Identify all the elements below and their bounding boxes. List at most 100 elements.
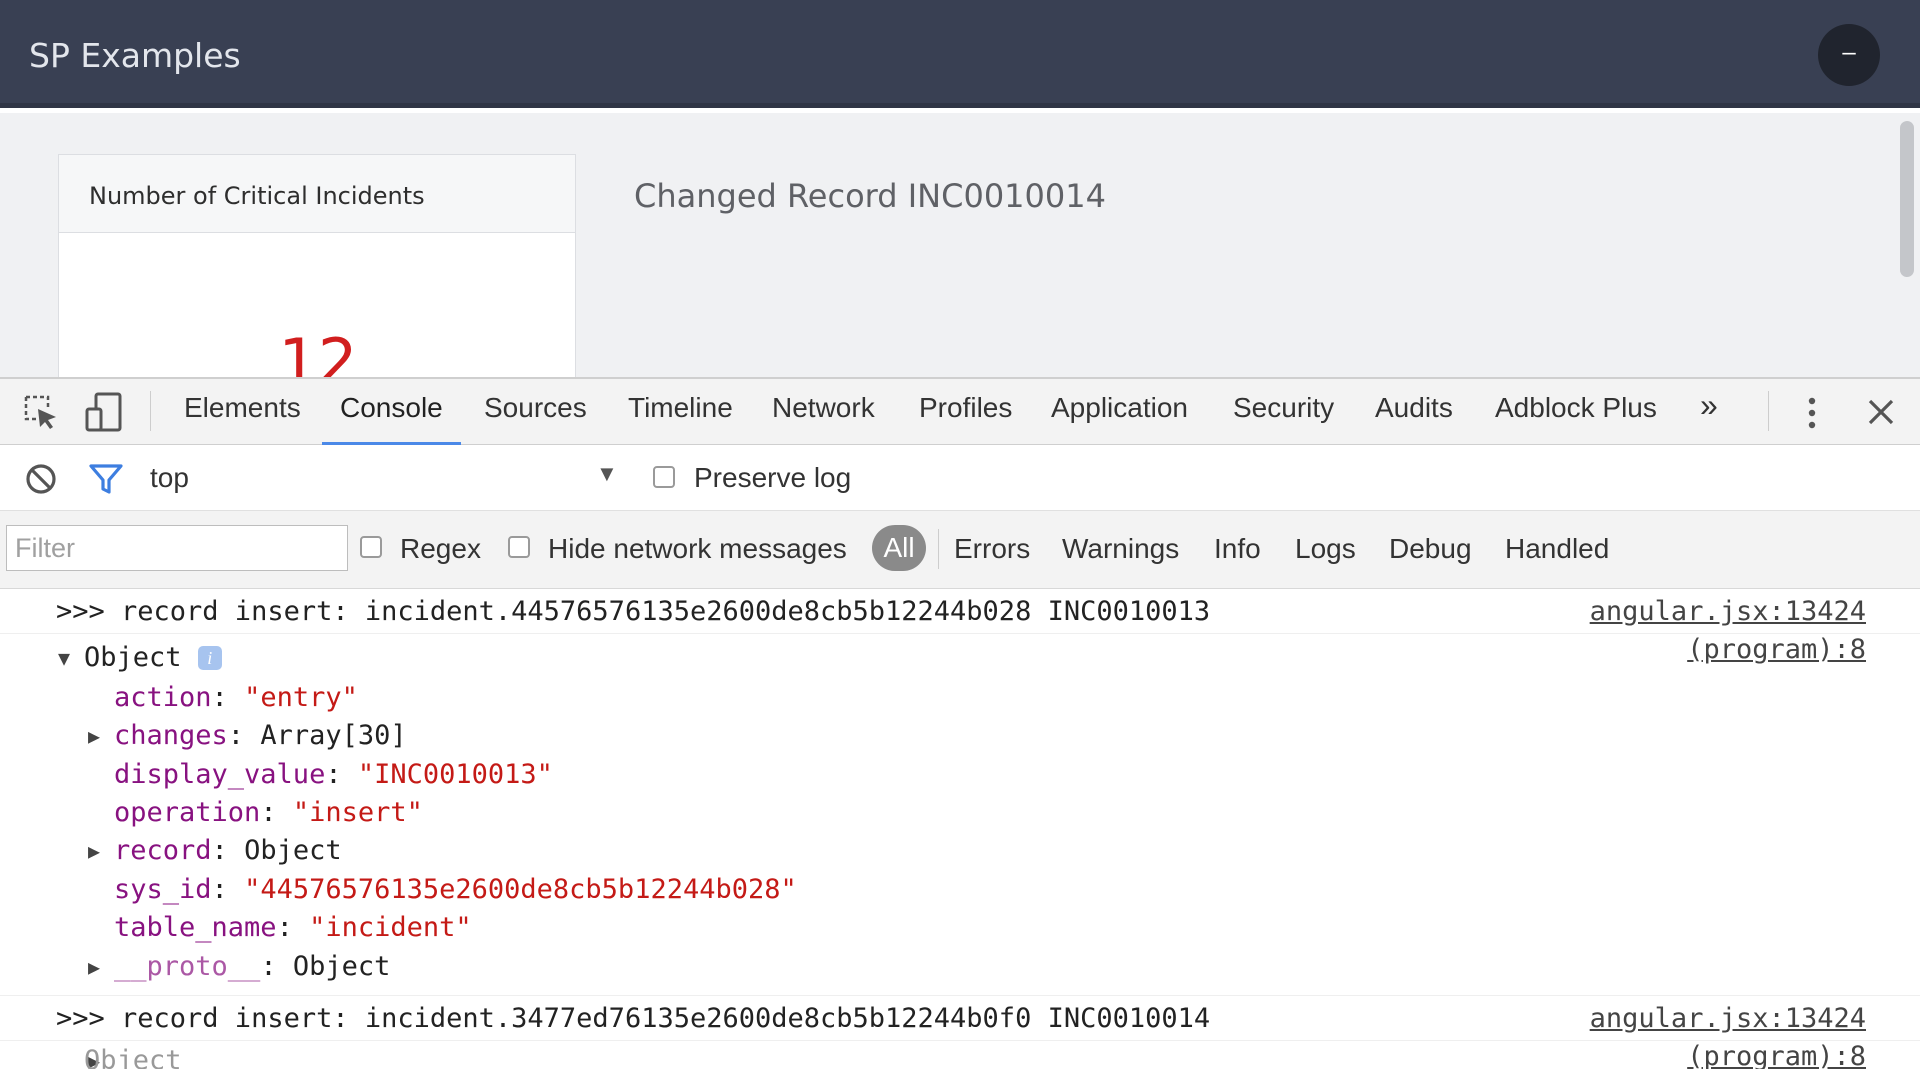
kebab-menu-icon[interactable] <box>1802 395 1822 431</box>
page-scrollbar-thumb[interactable] <box>1900 121 1914 277</box>
property-value: Object <box>292 951 391 982</box>
context-selector[interactable]: top <box>150 462 189 494</box>
property-separator: : <box>276 912 310 943</box>
object-label[interactable]: Object i <box>84 642 222 673</box>
tab-application[interactable]: Application <box>1051 392 1188 442</box>
log-source-link[interactable]: angular.jsx:13424 <box>1590 596 1866 627</box>
app-header: SP Examples – <box>0 0 1920 108</box>
log-object-entry: ▶ Object (program):8 <box>0 1041 1920 1069</box>
object-label[interactable]: Object <box>84 1045 182 1069</box>
regex-checkbox[interactable] <box>360 536 382 558</box>
preserve-log-checkbox[interactable] <box>653 466 675 488</box>
property-value: Object <box>244 835 342 866</box>
level-filter-handled[interactable]: Handled <box>1505 533 1609 565</box>
preserve-log-label: Preserve log <box>694 462 852 493</box>
log-entry: >>> record insert: incident.44576576135e… <box>0 589 1920 634</box>
expand-triangle-icon[interactable]: ▶ <box>88 724 100 748</box>
property-key: record <box>114 835 212 866</box>
regex-label: Regex <box>400 533 481 564</box>
object-property: operation: "insert" <box>114 797 423 828</box>
log-source-link[interactable]: angular.jsx:13424 <box>1590 1003 1866 1034</box>
level-filter-warnings[interactable]: Warnings <box>1062 533 1179 565</box>
tabbar-separator <box>150 391 151 431</box>
level-filter-debug[interactable]: Debug <box>1389 533 1472 565</box>
info-icon[interactable]: i <box>197 646 222 670</box>
tab-timeline[interactable]: Timeline <box>628 392 733 442</box>
tab-security[interactable]: Security <box>1233 392 1334 442</box>
property-value: Array[30] <box>260 720 407 751</box>
property-value: "44576576135e2600de8cb5b12244b028" <box>244 874 797 905</box>
log-message: >>> record insert: incident.44576576135e… <box>56 596 1211 627</box>
property-separator: : <box>211 874 245 905</box>
property-separator: : <box>260 951 293 982</box>
console-filter-bar: Regex Hide network messages All Errors W… <box>0 511 1920 589</box>
property-key: sys_id <box>114 874 212 905</box>
clear-console-icon[interactable] <box>24 462 58 496</box>
tab-adblock-plus[interactable]: Adblock Plus <box>1495 392 1657 442</box>
expand-triangle-icon[interactable]: ▶ <box>88 955 100 979</box>
property-key: __proto__ <box>114 951 261 982</box>
changed-record-text: Changed Record INC0010014 <box>634 177 1106 215</box>
tab-elements[interactable]: Elements <box>184 392 301 442</box>
log-message: >>> record insert: incident.3477ed76135e… <box>56 1003 1211 1034</box>
console-output: >>> record insert: incident.44576576135e… <box>0 589 1920 1069</box>
filter-icon[interactable] <box>88 462 124 496</box>
device-toolbar-icon[interactable] <box>84 391 124 433</box>
property-separator: : <box>211 835 245 866</box>
property-separator: : <box>325 759 358 790</box>
critical-incidents-count: 12 <box>278 325 358 377</box>
console-context-bar: top ▼ Preserve log <box>0 445 1920 511</box>
chevron-down-icon[interactable]: ▼ <box>596 461 618 487</box>
hide-network-checkbox[interactable] <box>508 536 530 558</box>
tabbar-separator <box>1768 391 1769 431</box>
hide-network-label: Hide network messages <box>548 533 847 564</box>
expand-triangle-icon[interactable]: ▶ <box>88 839 100 863</box>
devtools-panel: Elements Console Sources Timeline Networ… <box>0 377 1920 1069</box>
object-property: sys_id: "44576576135e2600de8cb5b12244b02… <box>114 874 797 905</box>
level-filter-logs[interactable]: Logs <box>1295 533 1356 565</box>
property-value: "insert" <box>292 797 423 828</box>
log-entry: >>> record insert: incident.3477ed76135e… <box>0 996 1920 1041</box>
property-value: "INC0010013" <box>357 759 553 790</box>
app-title: SP Examples <box>29 36 241 75</box>
inspect-element-icon[interactable] <box>22 393 60 431</box>
property-key: action <box>114 682 212 713</box>
log-object-entry: ▼ Object i (program):8 action: "entry" ▶… <box>0 634 1920 996</box>
object-property: table_name: "incident" <box>114 912 472 943</box>
level-filter-info[interactable]: Info <box>1214 533 1261 565</box>
object-property[interactable]: record: Object <box>114 835 342 866</box>
property-key: operation <box>114 797 261 828</box>
console-filter-input[interactable] <box>6 525 348 571</box>
object-property: display_value: "INC0010013" <box>114 759 553 790</box>
object-property[interactable]: changes: Array[30] <box>114 720 407 751</box>
property-separator: : <box>227 720 261 751</box>
devtools-tabbar: Elements Console Sources Timeline Networ… <box>0 379 1920 445</box>
close-devtools-icon[interactable] <box>1866 397 1896 427</box>
property-separator: : <box>211 682 245 713</box>
log-source-link[interactable]: (program):8 <box>1687 634 1866 665</box>
page-content: Number of Critical Incidents 12 Changed … <box>0 113 1920 377</box>
level-filter-errors[interactable]: Errors <box>954 533 1030 565</box>
user-menu-button[interactable]: – <box>1818 24 1880 86</box>
tab-network[interactable]: Network <box>772 392 875 442</box>
object-property[interactable]: __proto__: Object <box>114 951 390 982</box>
log-source-link[interactable]: (program):8 <box>1687 1041 1866 1069</box>
collapse-triangle-icon[interactable]: ▼ <box>58 646 70 670</box>
page-scrollbar[interactable] <box>1892 113 1920 377</box>
property-value: "entry" <box>244 682 358 713</box>
filter-separator <box>938 529 939 569</box>
property-key: table_name <box>114 912 277 943</box>
tab-console[interactable]: Console <box>322 392 461 445</box>
tab-sources[interactable]: Sources <box>484 392 587 442</box>
property-separator: : <box>260 797 293 828</box>
level-filter-all[interactable]: All <box>872 525 926 571</box>
property-key: display_value <box>114 759 326 790</box>
object-property: action: "entry" <box>114 682 358 713</box>
property-key: changes <box>114 720 228 751</box>
more-tabs-icon[interactable]: » <box>1700 387 1718 437</box>
property-value: "incident" <box>309 912 472 943</box>
tab-audits[interactable]: Audits <box>1375 392 1453 442</box>
tab-profiles[interactable]: Profiles <box>919 392 1012 442</box>
object-name: Object <box>84 642 182 673</box>
critical-incidents-card: Number of Critical Incidents 12 <box>58 154 576 377</box>
